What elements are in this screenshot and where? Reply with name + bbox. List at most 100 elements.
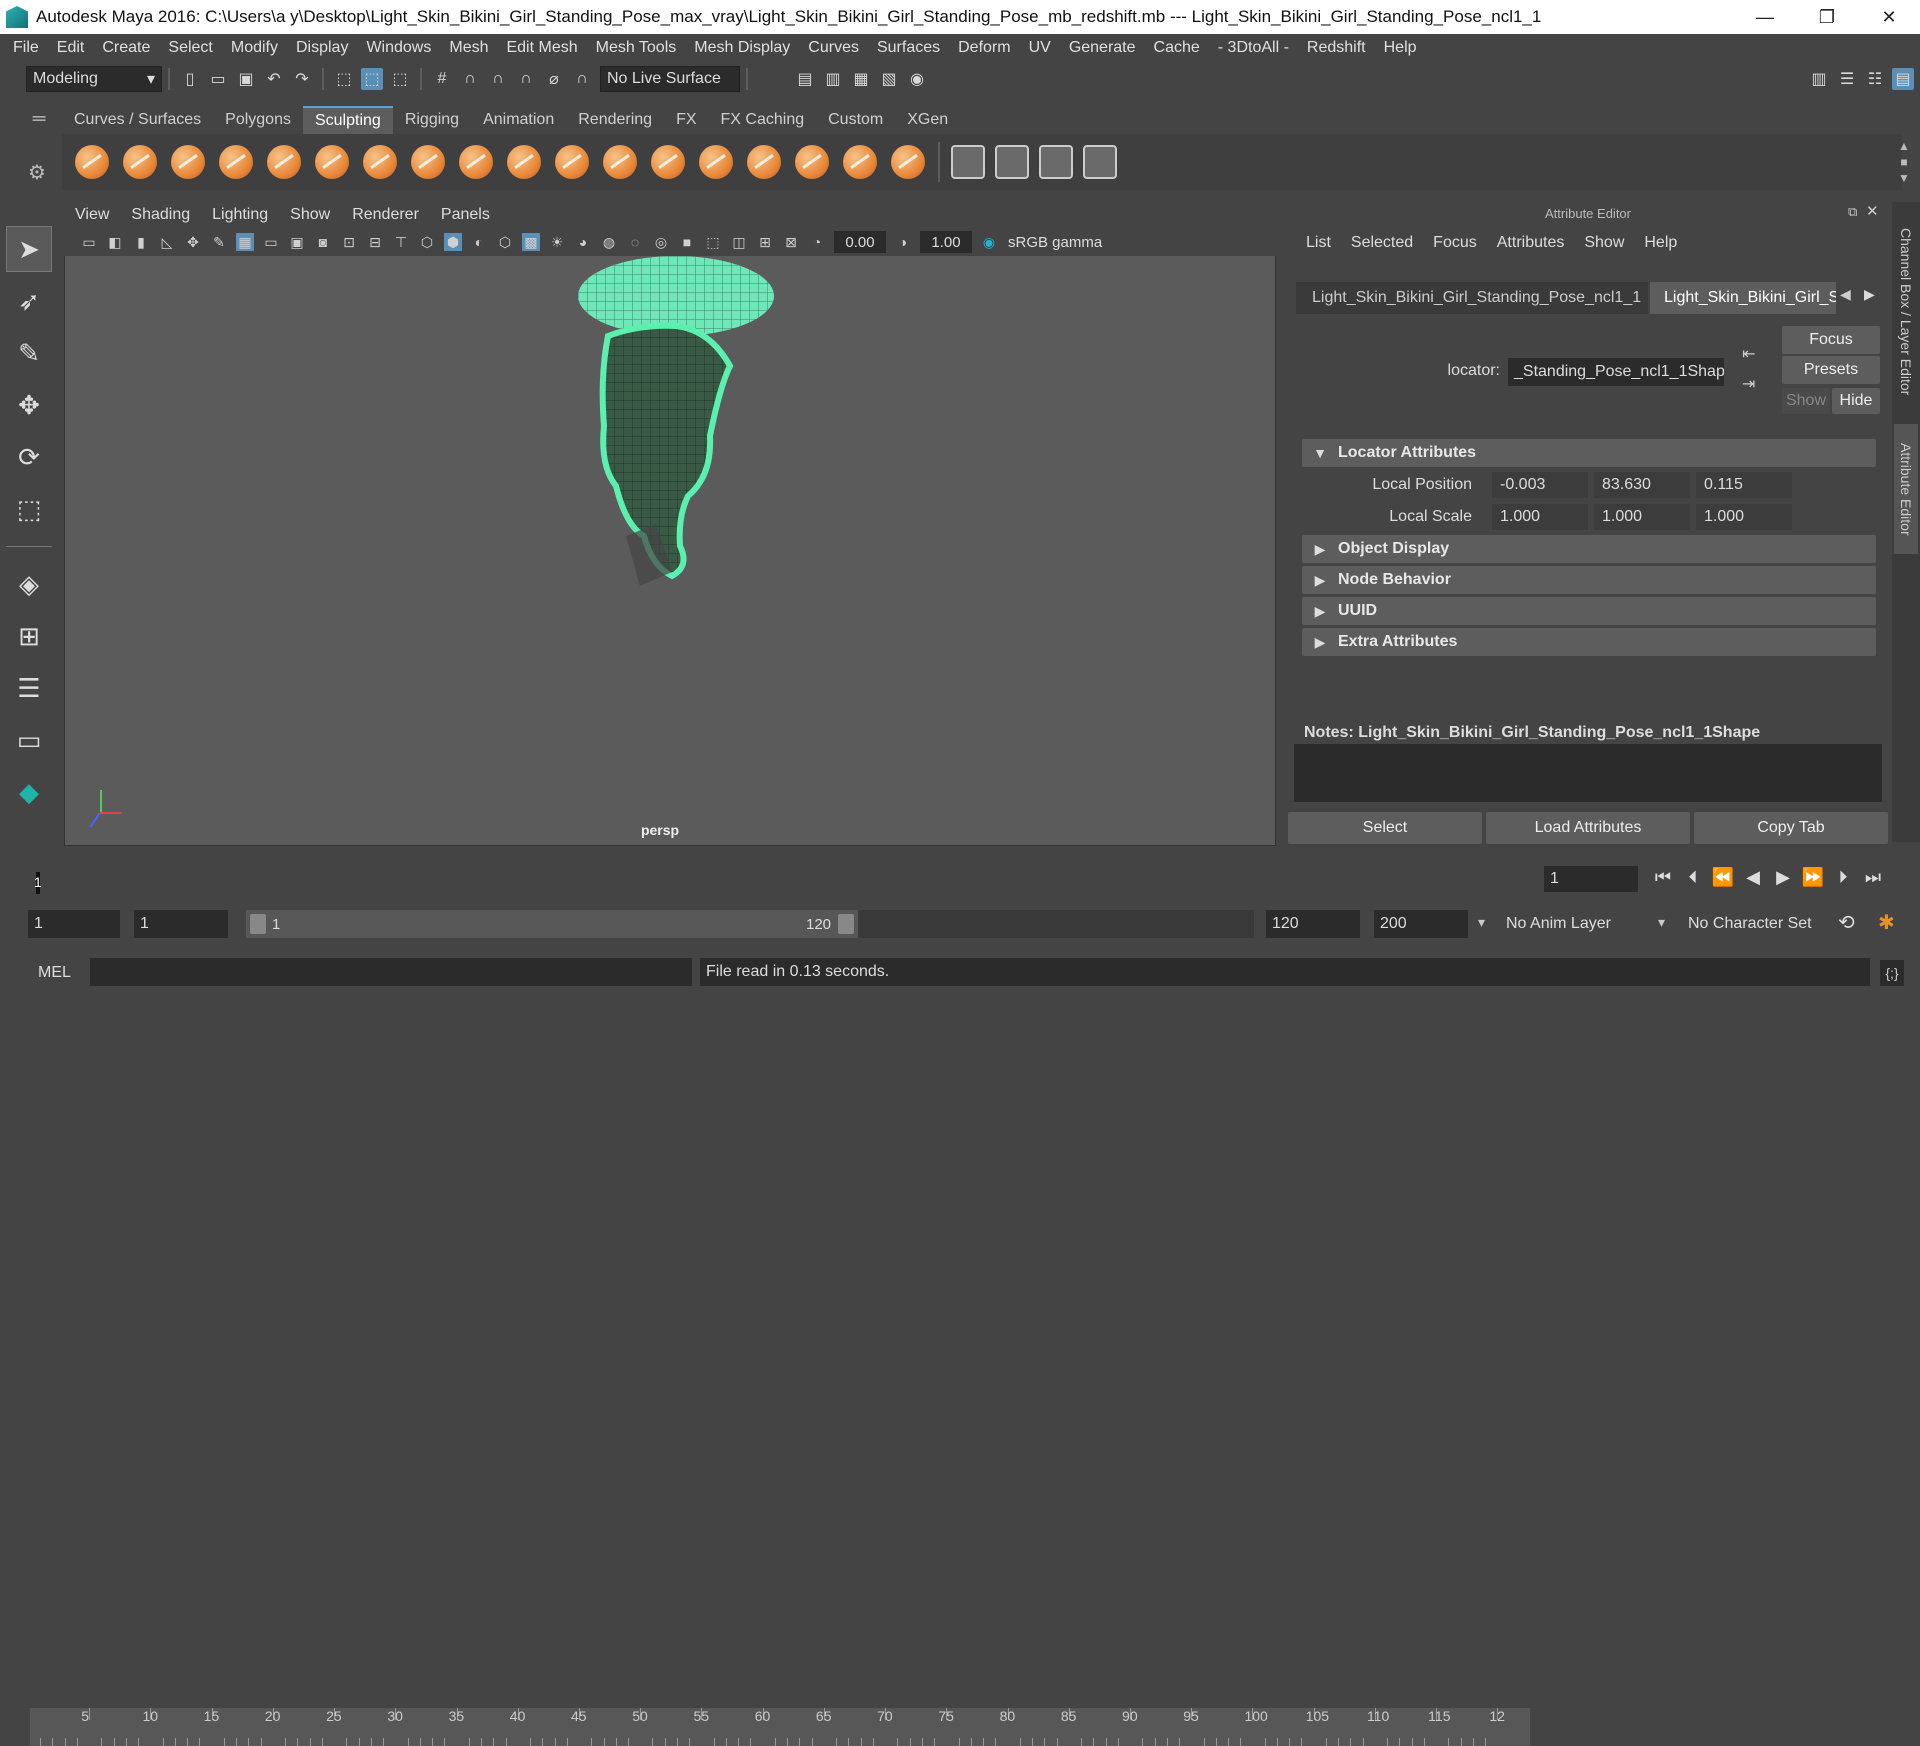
ae-menu-selected[interactable]: Selected [1341,234,1423,252]
select-object-icon[interactable]: ⬚ [361,68,383,90]
undo-icon[interactable]: ↶ [263,68,285,90]
copy-tab-button[interactable]: Copy Tab [1694,812,1888,844]
channel-box-toggle-icon[interactable]: ▤ [1892,68,1914,90]
outliner-layout-icon[interactable]: ☰ [6,665,52,711]
range-start-grip[interactable] [250,914,266,934]
rotate-tool-icon[interactable]: ⟳ [6,434,52,480]
film-gate-icon[interactable]: ▭ [262,233,280,251]
menu-select[interactable]: Select [159,39,221,57]
menu-deform[interactable]: Deform [949,39,1019,57]
end-time-field[interactable]: 200 [1374,910,1468,938]
xray-components-icon[interactable]: ⊠ [782,233,800,251]
menu-display[interactable]: Display [287,39,357,57]
range-slider-handle[interactable] [246,910,858,938]
local-position-x[interactable]: -0.003 [1492,472,1588,498]
ae-menu-show[interactable]: Show [1574,234,1634,252]
wax-tool-icon[interactable] [555,145,589,179]
time-ruler[interactable]: 5 10 15 20 25 30 35 40 45 50 55 60 65 70 75 80 85 90 95 100… [30,1708,1530,1746]
presets-button[interactable]: Presets [1782,356,1880,384]
local-scale-x[interactable]: 1.000 [1492,504,1588,530]
float-panel-icon[interactable]: ⧉ [1848,204,1857,220]
xray-joints-icon[interactable]: ⊞ [756,233,774,251]
character-set-dropdown[interactable]: No Character Set [1682,910,1824,938]
go-to-start-icon[interactable]: ⏮ [1650,864,1676,890]
new-scene-icon[interactable]: ▯ [179,68,201,90]
tab-rigging[interactable]: Rigging [393,106,471,134]
menu-mesh[interactable]: Mesh [440,39,497,57]
screen-space-ao-icon[interactable]: ◍ [600,233,618,251]
play-backwards-icon[interactable]: ◀ [1740,864,1766,890]
shelf-menu-icon[interactable]: ═ [26,108,52,134]
gamma-field[interactable]: 1.00 [920,231,972,253]
attribute-editor-toggle-icon[interactable]: ☰ [1836,68,1858,90]
ae-menu-focus[interactable]: Focus [1423,234,1487,252]
step-back-frame-icon[interactable]: ⏴ [1680,864,1706,890]
tab-xgen[interactable]: XGen [895,106,960,134]
2d-pan-zoom-icon[interactable]: ✥ [184,233,202,251]
section-node-behavior[interactable]: ▶ Node Behavior [1302,566,1876,594]
safe-title-icon[interactable]: ⊤ [392,233,410,251]
convert-to-frozen-icon[interactable] [951,145,985,179]
relax-tool-icon[interactable] [171,145,205,179]
select-tool-icon[interactable]: ➤ [6,226,52,272]
scale-tool-icon[interactable]: ⬚ [6,486,52,532]
tab-custom[interactable]: Custom [816,106,895,134]
command-input[interactable] [90,958,692,986]
color-management-icon[interactable]: ◉ [980,233,998,251]
sculpt-geometry-icon[interactable] [995,145,1029,179]
isolate-select-icon[interactable]: ⬚ [704,233,722,251]
exposure-field[interactable]: 0.00 [834,231,886,253]
chevron-down-icon[interactable]: ▾ [1658,914,1665,931]
imprint-tool-icon[interactable] [507,145,541,179]
close-panel-icon[interactable]: ✕ [1866,202,1879,220]
freeze-tool-icon[interactable] [891,145,925,179]
safe-action-icon[interactable]: ⊟ [366,233,384,251]
shadows-icon[interactable]: ◕ [574,233,592,251]
depth-of-field-icon[interactable]: ■ [678,233,696,251]
save-scene-icon[interactable]: ▣ [235,68,257,90]
viewport-menu-show[interactable]: Show [279,206,341,224]
channel-box-tab[interactable]: Channel Box / Layer Editor [1894,212,1918,412]
render-frame-icon[interactable]: ▥ [822,68,844,90]
single-view-layout-icon[interactable]: ◈ [6,561,52,607]
ae-menu-list[interactable]: List [1296,234,1341,252]
use-default-material-icon[interactable]: ◐ [470,233,488,251]
tab-scroll-right-icon[interactable]: ▶ [1864,286,1875,303]
menu-help[interactable]: Help [1375,39,1426,57]
color-space-label[interactable]: sRGB gamma [1008,234,1102,251]
local-position-z[interactable]: 0.115 [1696,472,1792,498]
pinch-tool-icon[interactable] [267,145,301,179]
ipr-render-icon[interactable]: ▦ [850,68,872,90]
playback-end-field[interactable]: 120 [1266,910,1360,938]
amplify-tool-icon[interactable] [843,145,877,179]
camera-attributes-icon[interactable]: ◧ [106,233,124,251]
menu-curves[interactable]: Curves [799,39,868,57]
paint-select-tool-icon[interactable]: ✎ [6,330,52,376]
modeling-toolkit-icon[interactable]: ▥ [1808,68,1830,90]
local-scale-y[interactable]: 1.000 [1594,504,1690,530]
menu-cache[interactable]: Cache [1145,39,1209,57]
menu-edit-mesh[interactable]: Edit Mesh [497,39,586,57]
menu-surfaces[interactable]: Surfaces [868,39,949,57]
viewport-menu-panels[interactable]: Panels [430,206,501,224]
foamy-tool-icon[interactable] [363,145,397,179]
bookmark-icon[interactable]: ▮ [132,233,150,251]
spray-tool-icon[interactable] [411,145,445,179]
section-extra-attributes[interactable]: ▶ Extra Attributes [1302,628,1876,656]
uv-sculpt-icon[interactable] [1039,145,1073,179]
gamma-icon[interactable]: ◑ [894,233,912,251]
smooth-tool-icon[interactable] [123,145,157,179]
wireframe-on-shaded-icon[interactable]: ⬡ [496,233,514,251]
ae-menu-help[interactable]: Help [1634,234,1687,252]
playback-start-field[interactable]: 1 [134,910,228,938]
redo-icon[interactable]: ↷ [291,68,313,90]
select-hierarchy-icon[interactable]: ⬚ [333,68,355,90]
tab-fx-caching[interactable]: FX Caching [709,106,817,134]
menu-edit[interactable]: Edit [48,39,94,57]
viewport-menu-lighting[interactable]: Lighting [201,206,279,224]
flatten-tool-icon[interactable] [315,145,349,179]
render-view-icon[interactable]: ▤ [794,68,816,90]
shelf-scroll-icon[interactable]: ▲ ■ ▼ [1894,138,1914,186]
tab-rendering[interactable]: Rendering [566,106,664,134]
step-forward-frame-icon[interactable]: ⏵ [1830,864,1856,890]
